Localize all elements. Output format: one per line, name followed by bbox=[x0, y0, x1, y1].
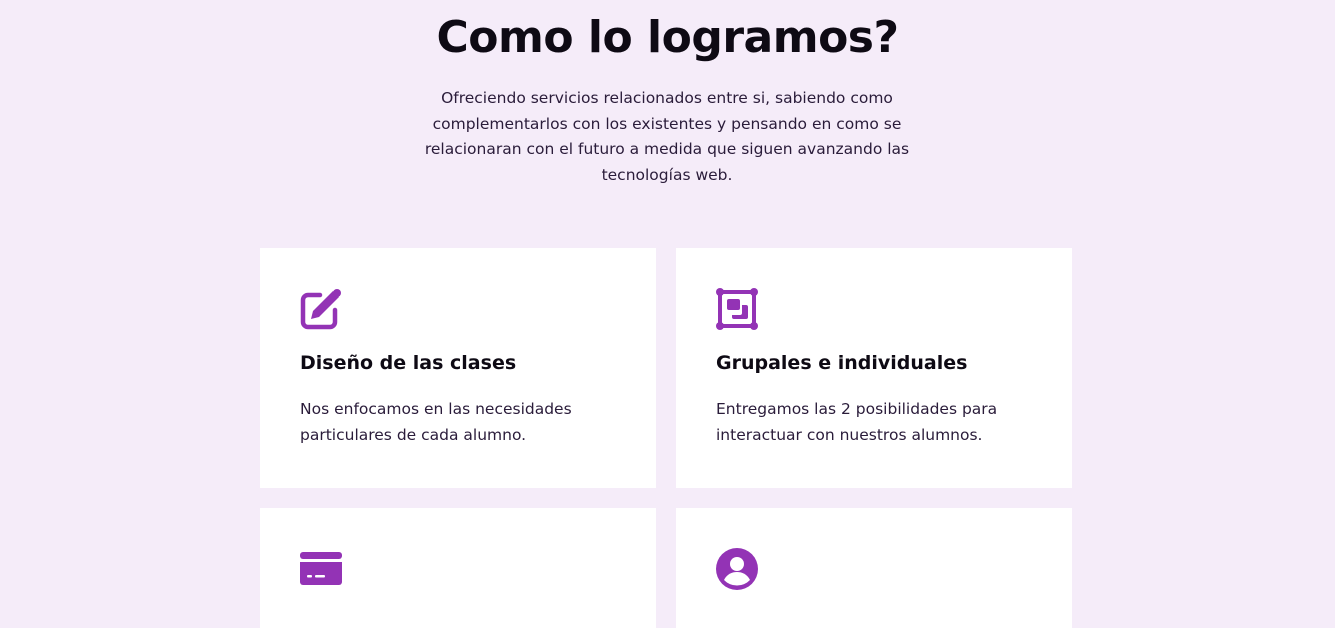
card-text: Nos enfocamos en las necesidades particu… bbox=[300, 400, 572, 444]
credit-card-icon bbox=[300, 552, 342, 585]
user-circle-icon bbox=[716, 548, 758, 590]
section-title: Como lo logramos? bbox=[436, 12, 899, 63]
feature-card bbox=[260, 508, 656, 628]
card-title: Diseño de las clases bbox=[300, 352, 517, 374]
edit-icon bbox=[300, 289, 341, 330]
feature-card: Grupales e individuales Entregamos las 2… bbox=[676, 248, 1072, 488]
section-description: Ofreciendo servicios relacionados entre … bbox=[424, 89, 910, 184]
feature-card: Diseño de las clases Nos enfocamos en la… bbox=[260, 248, 656, 488]
card-title: Grupales e individuales bbox=[716, 352, 968, 374]
feature-card bbox=[676, 508, 1072, 628]
group-objects-icon bbox=[716, 288, 758, 330]
card-text: Entregamos las 2 posibilidades para inte… bbox=[716, 400, 998, 444]
